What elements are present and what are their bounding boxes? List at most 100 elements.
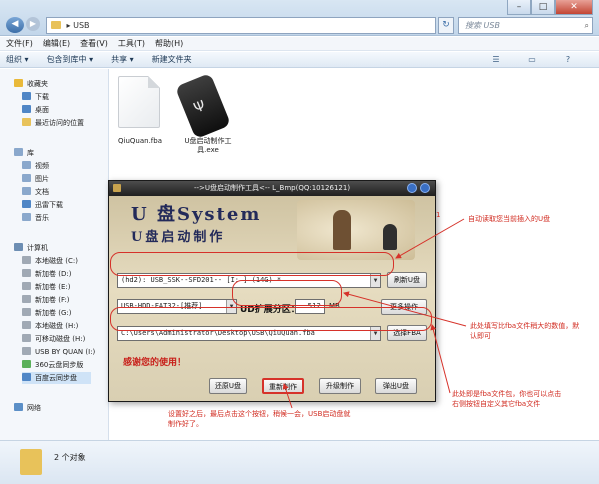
nav-item-pictures[interactable]: 图片 [22, 173, 49, 185]
drive-icon [22, 282, 31, 290]
nav-label: 桌面 [35, 106, 49, 114]
menu-file[interactable]: 文件(F) [6, 37, 33, 50]
library-icon [14, 148, 23, 156]
nav-item-music[interactable]: 音乐 [22, 212, 49, 224]
maximize-icon[interactable]: □ [531, 0, 555, 15]
nav-label: 本地磁盘 (C:) [35, 257, 78, 265]
forward-arrow-icon[interactable]: ▶ [26, 17, 40, 31]
desktop-icon [22, 105, 31, 113]
command-bar: 组织 ▾ 包含到库中 ▾ 共享 ▾ 新建文件夹 ☰ ▭ ? [0, 52, 599, 68]
breadcrumb-usb[interactable]: USB [73, 21, 89, 30]
back-arrow-icon[interactable]: ◀ [6, 17, 24, 33]
drive-icon [22, 321, 31, 329]
nav-drive-c[interactable]: 本地磁盘 (C:) [22, 255, 78, 267]
address-bar[interactable]: ▸ USB [46, 17, 436, 34]
minimize-icon[interactable]: – [507, 0, 531, 15]
nav-label: 本地磁盘 (H:) [35, 322, 79, 330]
menu-edit[interactable]: 编辑(E) [43, 37, 70, 50]
nav-item-desktop[interactable]: 桌面 [22, 104, 49, 116]
note-auto-read: 自动读取您当前插入的U盘 [468, 215, 551, 223]
star-icon [14, 79, 23, 87]
nav-item-xunlei[interactable]: 迅雷下载 [22, 199, 63, 211]
eject-usb-button[interactable]: 弹出U盘 [375, 378, 417, 394]
nav-label: 新加卷 (D:) [35, 270, 72, 278]
nav-label: 新加卷 (G:) [35, 309, 72, 317]
nav-network[interactable]: 网络 [14, 402, 41, 414]
nav-item-downloads[interactable]: 下载 [22, 91, 49, 103]
nav-drive-f[interactable]: 新加卷 (F:) [22, 294, 70, 306]
minimize-icon[interactable] [407, 183, 417, 193]
picture-library-icon [22, 174, 31, 182]
remake-button[interactable]: 重新制作 [262, 378, 304, 394]
nav-item-recent[interactable]: 最近访问的位置 [22, 117, 84, 129]
close-icon[interactable]: ✕ [555, 0, 593, 15]
nav-label: 视频 [35, 162, 49, 170]
nav-label: 最近访问的位置 [35, 119, 84, 127]
note-size-2: 认即可 [470, 332, 491, 340]
logo-subtitle: U盘启动制作 [131, 230, 226, 245]
video-library-icon [22, 161, 31, 169]
upgrade-make-button[interactable]: 升级制作 [319, 378, 361, 394]
nav-label: 收藏夹 [27, 80, 48, 88]
nav-baidu-cloud[interactable]: 百度云同步盘 [22, 372, 91, 384]
usb-drive-icon[interactable] [174, 72, 232, 140]
preview-pane-icon[interactable]: ▭ [525, 54, 539, 66]
nav-drive-d[interactable]: 新加卷 (D:) [22, 268, 71, 280]
close-icon[interactable] [420, 183, 430, 193]
nav-item-videos[interactable]: 视频 [22, 160, 49, 172]
drive-icon [22, 295, 31, 303]
status-bar: 2 个对象 [0, 440, 599, 484]
nav-360-cloud[interactable]: 360云盘同步版 [22, 359, 83, 371]
note-fba-2: 右侧按钮自定义其它fba文件 [452, 400, 541, 408]
nav-label: 迅雷下载 [35, 201, 63, 209]
computer-icon [14, 243, 23, 251]
drive-icon [22, 269, 31, 277]
restore-usb-button[interactable]: 还原U盘 [209, 378, 247, 394]
refresh-usb-button[interactable]: 刷新U盘 [387, 272, 427, 288]
nav-label: 库 [27, 149, 34, 157]
nav-drive-h[interactable]: 本地磁盘 (H:) [22, 320, 78, 332]
window-titlebar: – □ ✕ ◀ ▶ ▸ USB ↻ 搜索 USB ⌕ [0, 0, 599, 36]
refresh-icon[interactable]: ↻ [438, 17, 454, 34]
new-folder-button[interactable]: 新建文件夹 [152, 52, 192, 67]
nav-label: 360云盘同步版 [35, 361, 84, 369]
share-button[interactable]: 共享 ▾ [111, 52, 134, 67]
download-folder-icon [22, 92, 31, 100]
menu-view[interactable]: 查看(V) [80, 37, 108, 50]
file-label-exe[interactable]: U盘启动制作工具.exe [178, 137, 238, 155]
window-controls: – □ ✕ [507, 0, 593, 15]
nav-computer[interactable]: 计算机 [14, 242, 48, 254]
organize-button[interactable]: 组织 ▾ [6, 52, 29, 67]
nav-usb-by-quan[interactable]: USB BY QUAN (I:) [22, 346, 95, 358]
search-icon: ⌕ [584, 21, 589, 30]
view-options-icon[interactable]: ☰ [489, 54, 503, 66]
marker-number: 1 [436, 211, 441, 219]
xunlei-download-icon [22, 200, 31, 208]
thanks-text: 感谢您的使用！ [123, 358, 187, 368]
nav-removable-h[interactable]: 可移动磁盘 (H:) [22, 333, 85, 345]
view-controls: ☰ ▭ ? [485, 54, 593, 66]
nav-drive-g[interactable]: 新加卷 (G:) [22, 307, 71, 319]
nav-libraries[interactable]: 库 [14, 147, 34, 159]
file-label-fba[interactable]: QiuQuan.fba [112, 137, 168, 146]
nav-label: 新加卷 (E:) [35, 283, 71, 291]
nav-label: 音乐 [35, 214, 49, 222]
search-input[interactable]: 搜索 USB ⌕ [458, 17, 593, 34]
menu-help[interactable]: 帮助(H) [155, 37, 183, 50]
nav-label: 百度云同步盘 [35, 374, 77, 382]
nav-label: 下载 [35, 93, 49, 101]
nav-label: 网络 [27, 404, 41, 412]
device-highlight-box [110, 252, 394, 276]
nav-favorites[interactable]: 收藏夹 [14, 78, 48, 90]
folder-icon [51, 21, 61, 29]
nav-drive-e[interactable]: 新加卷 (E:) [22, 281, 70, 293]
menu-tools[interactable]: 工具(T) [118, 37, 145, 50]
tool-title: -->U盘启动制作工具<-- L_Bmp(QQ:10126121) [193, 184, 351, 192]
help-icon[interactable]: ? [561, 54, 575, 66]
music-library-icon [22, 213, 31, 221]
cloud-sync-icon [22, 360, 31, 368]
nav-item-documents[interactable]: 文档 [22, 186, 49, 198]
document-icon[interactable] [118, 76, 160, 128]
include-in-library-button[interactable]: 包含到库中 ▾ [47, 52, 94, 67]
removable-drive-icon [22, 334, 31, 342]
